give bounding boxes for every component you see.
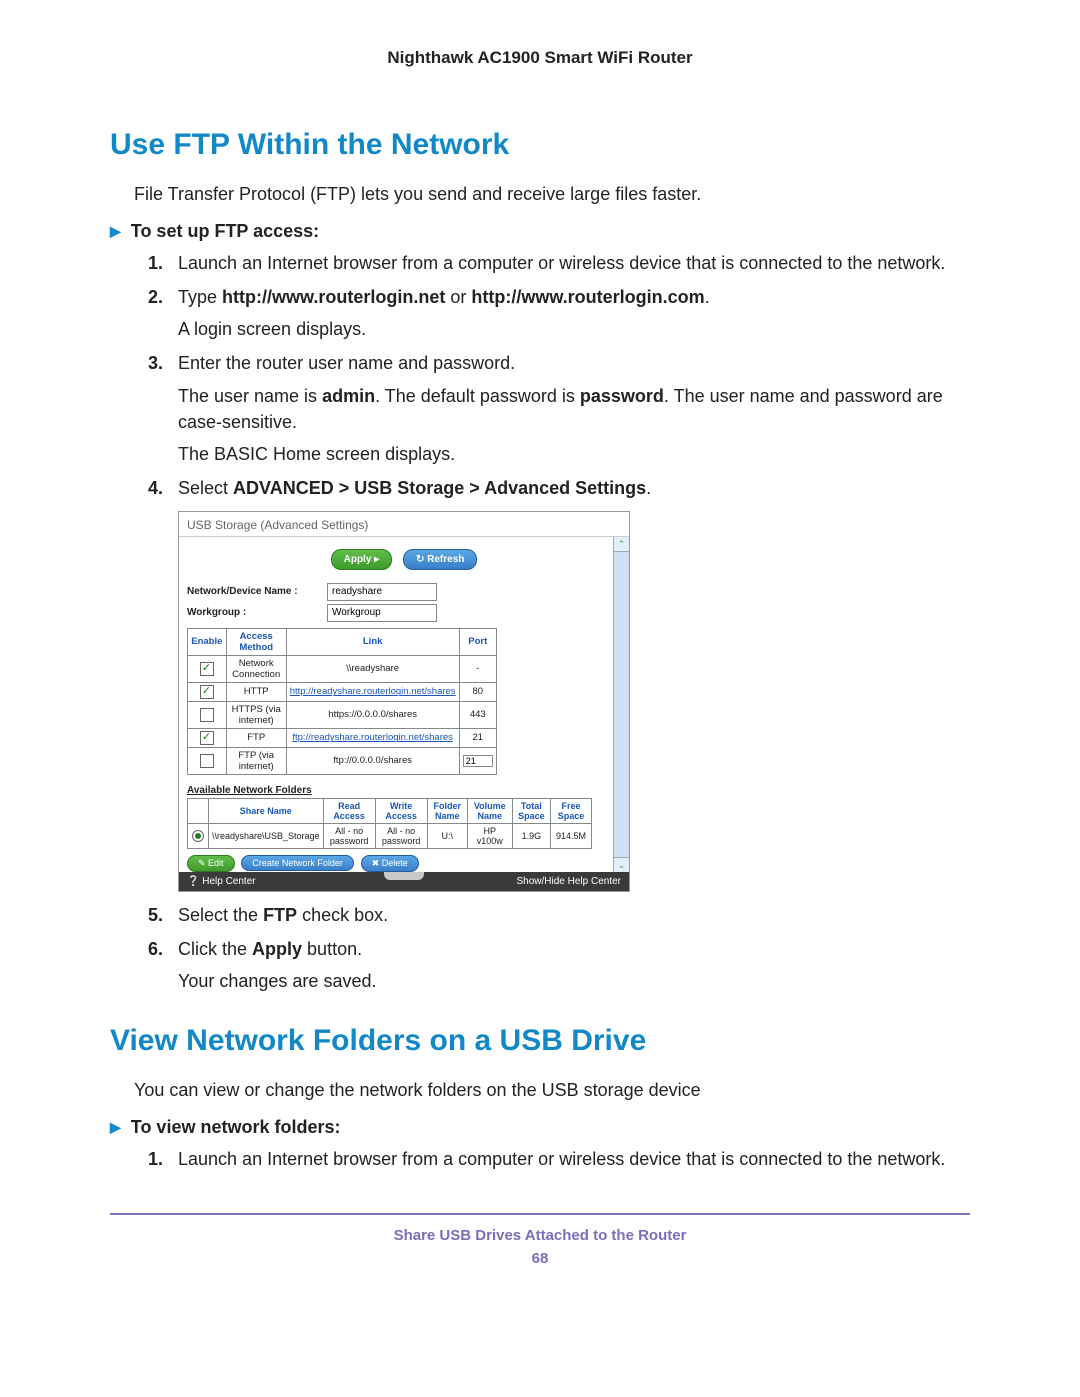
step-2-result: A login screen displays.: [178, 316, 970, 342]
step-1: Launch an Internet browser from a comput…: [178, 250, 970, 276]
folder-radio[interactable]: [192, 830, 204, 842]
ftp-procedure-heading: To set up FTP access:: [131, 221, 319, 242]
section-heading-view-folders: View Network Folders on a USB Drive: [110, 1024, 970, 1058]
edit-button[interactable]: ✎ Edit: [187, 855, 235, 872]
step-6: Click the Apply button. Your changes are…: [178, 936, 970, 994]
refresh-button[interactable]: ↻ Refresh: [403, 549, 477, 570]
apply-button[interactable]: Apply ▸: [331, 549, 393, 570]
device-name-input[interactable]: [327, 583, 437, 601]
enable-checkbox[interactable]: [200, 708, 214, 722]
access-row: HTTPhttp://readyshare.routerlogin.net/sh…: [188, 682, 497, 701]
view-folders-procedure-heading: To view network folders:: [131, 1117, 341, 1138]
router-screenshot: USB Storage (Advanced Settings) Apply ▸ …: [178, 511, 630, 892]
page-number: 68: [110, 1250, 970, 1267]
col-link: Link: [286, 628, 459, 655]
toggle-help-link[interactable]: Show/Hide Help Center: [517, 876, 622, 887]
enable-checkbox[interactable]: [200, 731, 214, 745]
scrollbar[interactable]: ⌃ ⌄: [613, 537, 629, 872]
footer-rule: [110, 1213, 970, 1215]
footer-text: Share USB Drives Attached to the Router: [110, 1227, 970, 1244]
col-share: Share Name: [209, 798, 324, 823]
available-folders-heading: Available Network Folders: [187, 785, 621, 796]
access-row: Network Connection\\readyshare-: [188, 655, 497, 682]
section-heading-ftp: Use FTP Within the Network: [110, 128, 970, 162]
folder-row: \\readyshare\USB_Storage All - no passwo…: [188, 823, 592, 848]
step-5: Select the FTP check box.: [178, 902, 970, 928]
access-link[interactable]: ftp://readyshare.routerlogin.net/shares: [292, 732, 453, 743]
triangle-right-icon: ▶: [110, 223, 121, 240]
enable-checkbox[interactable]: [200, 754, 214, 768]
col-total: Total Space: [512, 798, 551, 823]
enable-checkbox[interactable]: [200, 685, 214, 699]
access-row: HTTPS (via internet)https://0.0.0.0/shar…: [188, 701, 497, 728]
step-3: Enter the router user name and password.…: [178, 350, 970, 466]
step-4: Select ADVANCED > USB Storage > Advanced…: [178, 475, 970, 501]
col-select: [188, 798, 209, 823]
col-write: Write Access: [375, 798, 427, 823]
col-folder: Folder Name: [427, 798, 467, 823]
delete-button[interactable]: ✖ Delete: [361, 855, 419, 872]
access-row: FTPftp://readyshare.routerlogin.net/shar…: [188, 728, 497, 747]
workgroup-input[interactable]: [327, 604, 437, 622]
device-name-label: Network/Device Name :: [187, 586, 327, 597]
page-header-title: Nighthawk AC1900 Smart WiFi Router: [110, 48, 970, 68]
col-read: Read Access: [323, 798, 375, 823]
create-folder-button[interactable]: Create Network Folder: [241, 855, 354, 871]
col-enable: Enable: [188, 628, 227, 655]
view-step-1: Launch an Internet browser from a comput…: [178, 1146, 970, 1172]
shot-title: USB Storage (Advanced Settings): [179, 512, 629, 537]
access-method-table: Enable Access Method Link Port Network C…: [187, 628, 497, 775]
port-input[interactable]: [463, 755, 493, 767]
help-center-link[interactable]: ❔ Help Center: [187, 876, 256, 887]
access-row: FTP (via internet)ftp://0.0.0.0/shares: [188, 747, 497, 774]
col-port: Port: [459, 628, 496, 655]
scroll-down-icon[interactable]: ⌄: [614, 857, 629, 872]
triangle-right-icon: ▶: [110, 1119, 121, 1136]
folders-table: Share Name Read Access Write Access Fold…: [187, 798, 592, 849]
workgroup-label: Workgroup :: [187, 607, 327, 618]
col-volume: Volume Name: [467, 798, 512, 823]
scroll-up-icon[interactable]: ⌃: [614, 537, 629, 552]
access-link[interactable]: http://readyshare.routerlogin.net/shares: [290, 686, 456, 697]
view-folders-intro: You can view or change the network folde…: [134, 1078, 970, 1103]
col-method: Access Method: [226, 628, 286, 655]
enable-checkbox[interactable]: [200, 662, 214, 676]
footer-handle-icon[interactable]: [384, 872, 424, 880]
step-2: Type http://www.routerlogin.net or http:…: [178, 284, 970, 342]
ftp-intro: File Transfer Protocol (FTP) lets you se…: [134, 182, 970, 207]
col-free: Free Space: [551, 798, 592, 823]
